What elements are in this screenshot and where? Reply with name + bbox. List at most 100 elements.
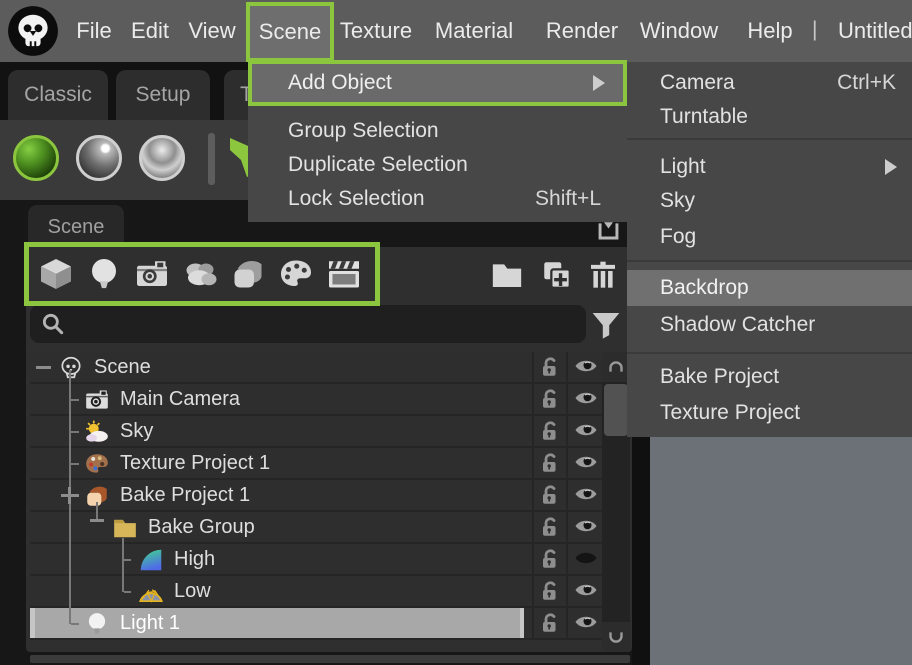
submenu-arrow-icon — [885, 159, 897, 175]
3d-viewport[interactable] — [650, 437, 912, 665]
panel-tab-scene[interactable]: Scene — [28, 205, 124, 247]
visibility-toggle[interactable] — [566, 480, 604, 510]
menu-item-lock-selection[interactable]: Lock Selection Shift+L — [248, 182, 627, 216]
menu-item-duplicate-selection[interactable]: Duplicate Selection — [248, 148, 627, 182]
lock-toggle[interactable] — [532, 544, 566, 574]
filter-funnel-icon[interactable] — [590, 308, 622, 342]
scrollbar-thumb[interactable] — [604, 384, 628, 436]
submenu-item-backdrop-highlighted[interactable]: Backdrop — [627, 270, 912, 306]
menu-item-material[interactable]: Material — [426, 0, 522, 62]
tree-row-texture-project[interactable]: Texture Project 1 — [30, 448, 602, 480]
tree-row-bake-project[interactable]: Bake Project 1 — [30, 480, 602, 512]
menu-separator — [627, 260, 912, 262]
lock-toggle[interactable] — [532, 384, 566, 414]
lock-toggle[interactable] — [532, 416, 566, 446]
menu-item-group-selection[interactable]: Group Selection — [248, 114, 627, 148]
visibility-toggle[interactable] — [566, 352, 604, 382]
tree-connector-line — [96, 502, 98, 520]
menu-item-label: Sky — [660, 189, 695, 213]
add-texture-palette-icon[interactable] — [278, 256, 314, 292]
tree-row-label: Bake Project 1 — [120, 480, 250, 510]
workspace-tab-classic[interactable]: Classic — [8, 70, 108, 120]
menu-item-window[interactable]: Window — [630, 0, 728, 62]
menu-separator — [627, 352, 912, 354]
lock-toggle[interactable] — [532, 576, 566, 606]
tree-row-label: High — [174, 544, 215, 574]
menu-item-label: Texture Project — [660, 401, 800, 425]
menu-item-label: Lock Selection — [288, 187, 425, 211]
add-camera-icon[interactable] — [134, 256, 170, 292]
menu-item-label: Camera — [660, 71, 735, 95]
high-poly-icon — [141, 550, 162, 571]
submenu-item-camera[interactable]: Camera Ctrl+K — [627, 66, 912, 100]
visibility-toggle[interactable] — [566, 576, 604, 606]
collapse-toggle-scene[interactable] — [36, 366, 51, 369]
visibility-toggle-hidden[interactable] — [566, 544, 604, 574]
duplicate-icon[interactable] — [540, 258, 574, 292]
tree-row-main-camera[interactable]: Main Camera — [30, 384, 602, 416]
lock-toggle[interactable] — [532, 448, 566, 478]
menu-item-render[interactable]: Render — [540, 0, 624, 62]
add-bake-loaf-icon[interactable] — [230, 256, 266, 292]
menubar-separator: | — [812, 0, 817, 62]
new-folder-icon[interactable] — [490, 258, 524, 292]
search-input[interactable] — [30, 305, 586, 343]
tree-row-label: Scene — [94, 352, 151, 382]
visibility-toggle[interactable] — [566, 384, 604, 414]
tree-row-low[interactable]: Low — [30, 576, 602, 608]
tree-row-high[interactable]: High — [30, 544, 602, 576]
add-mesh-cube-icon[interactable] — [38, 256, 74, 292]
menu-item-texture[interactable]: Texture — [336, 0, 416, 62]
menu-item-edit[interactable]: Edit — [126, 0, 174, 62]
add-light-bulb-icon[interactable] — [86, 256, 122, 292]
submenu-item-turntable[interactable]: Turntable — [627, 100, 912, 134]
lock-toggle[interactable] — [532, 352, 566, 382]
collapse-toggle-bake-group[interactable] — [90, 519, 104, 522]
submenu-item-shadow-catcher[interactable]: Shadow Catcher — [627, 308, 912, 342]
submenu-item-sky[interactable]: Sky — [627, 184, 912, 218]
submenu-item-bake-project[interactable]: Bake Project — [627, 360, 912, 394]
skull-outline-icon — [62, 358, 79, 378]
submenu-item-texture-project[interactable]: Texture Project — [627, 396, 912, 430]
visibility-toggle[interactable] — [566, 416, 604, 446]
light-bulb-icon — [89, 613, 105, 633]
menu-separator — [627, 138, 912, 140]
menu-item-label: Backdrop — [660, 276, 749, 300]
menu-item-view[interactable]: View — [183, 0, 241, 62]
menu-item-help[interactable]: Help — [742, 0, 798, 62]
lock-toggle[interactable] — [532, 480, 566, 510]
material-ball-chrome[interactable] — [139, 135, 185, 181]
visibility-toggle[interactable] — [566, 512, 604, 542]
menu-item-scene[interactable]: Scene — [246, 2, 334, 62]
menu-item-label: Duplicate Selection — [288, 153, 468, 177]
menu-item-label: Fog — [660, 225, 696, 249]
tree-row-bake-group[interactable]: Bake Group — [30, 512, 602, 544]
menu-item-add-object[interactable]: Add Object — [248, 60, 627, 106]
visibility-toggle[interactable] — [566, 608, 604, 638]
workspace-tab-setup[interactable]: Setup — [116, 70, 210, 120]
material-ball-active[interactable] — [13, 135, 59, 181]
tree-row-scene[interactable]: Scene — [30, 352, 602, 384]
delete-trash-icon[interactable] — [587, 258, 619, 292]
tree-row-sky[interactable]: Sky — [30, 416, 602, 448]
add-sky-clouds-icon[interactable] — [182, 256, 218, 292]
menu-item-label: Turntable — [660, 105, 748, 129]
tree-row-label: Bake Group — [148, 512, 255, 542]
scroll-down-button[interactable] — [602, 622, 630, 652]
menu-item-label: Light — [660, 155, 706, 179]
panel-splitter[interactable] — [30, 655, 630, 663]
app-logo-skull-icon[interactable] — [7, 5, 59, 57]
menu-item-label: Add Object — [288, 71, 392, 95]
menu-item-file[interactable]: File — [70, 0, 118, 62]
lock-toggle[interactable] — [532, 608, 566, 638]
tree-scrollbar[interactable] — [602, 352, 630, 652]
visibility-toggle[interactable] — [566, 448, 604, 478]
submenu-item-light[interactable]: Light — [627, 150, 912, 184]
tree-row-label: Texture Project 1 — [120, 448, 270, 478]
scroll-up-button[interactable] — [602, 352, 630, 382]
add-turntable-clapper-icon[interactable] — [326, 256, 362, 292]
lock-toggle[interactable] — [532, 512, 566, 542]
tree-row-light1-selected[interactable]: Light 1 — [30, 608, 602, 640]
material-ball-gray[interactable] — [76, 135, 122, 181]
submenu-item-fog[interactable]: Fog — [627, 220, 912, 254]
